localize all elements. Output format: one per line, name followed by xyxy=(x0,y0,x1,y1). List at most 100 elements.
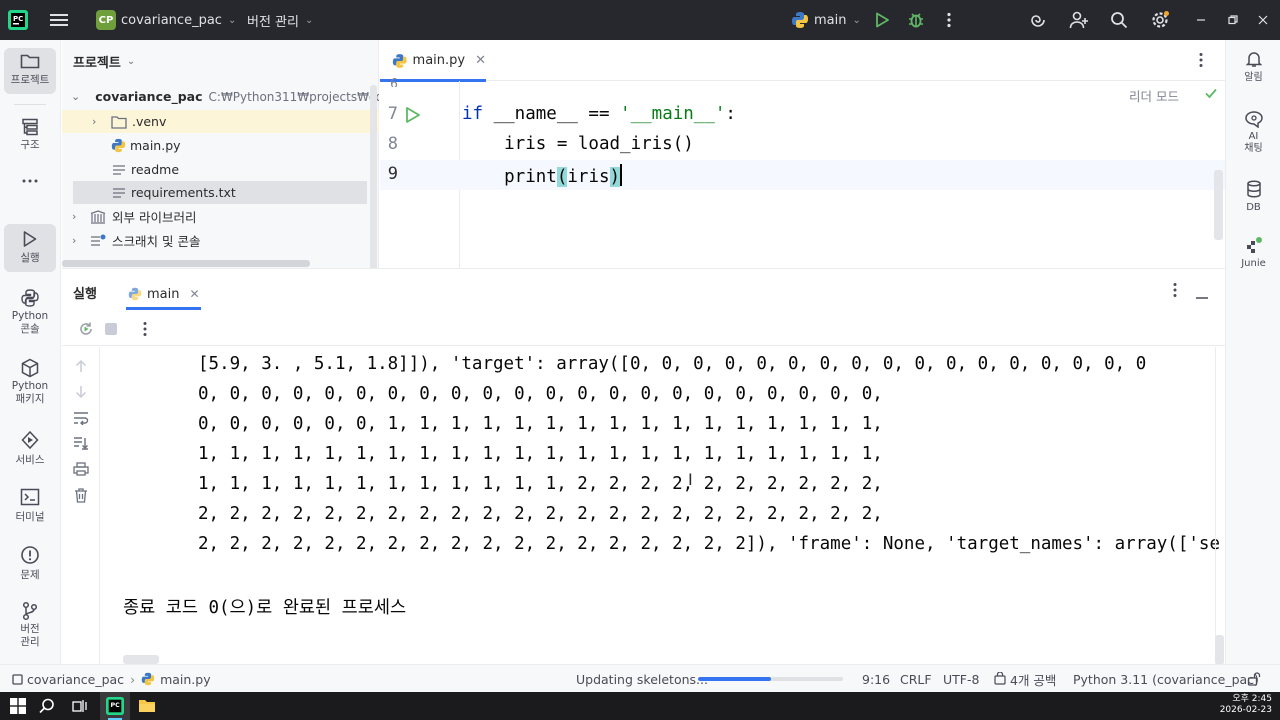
chevron-down-icon: ⌄ xyxy=(852,14,861,26)
tool-more[interactable] xyxy=(4,178,56,196)
code-line-8[interactable]: iris = load_iris() xyxy=(462,134,694,154)
editor-more-button[interactable] xyxy=(1198,52,1204,71)
run-tab-main[interactable]: main ✕ xyxy=(126,279,201,310)
file-explorer-icon[interactable] xyxy=(138,698,156,717)
ai-chat-icon xyxy=(1244,111,1263,128)
tool-notifications[interactable]: 알림 xyxy=(1226,50,1280,90)
tree-item-readme[interactable]: readme xyxy=(62,158,379,181)
tool-terminal[interactable]: 터미널 xyxy=(4,488,56,528)
run-panel: 실행 main ✕ [5.9, 3. , 5.1, 1.8]]), 'targe… xyxy=(62,268,1225,665)
folder-icon xyxy=(20,54,40,69)
code-line-9[interactable]: print(iris) xyxy=(462,164,623,187)
terminal-icon xyxy=(20,488,40,506)
console-output-line: 0, 0, 0, 0, 0, 0, 1, 1, 1, 1, 1, 1, 1, 1… xyxy=(198,414,883,434)
hide-panel-button[interactable] xyxy=(1196,289,1208,303)
console-output-line: 2, 2, 2, 2, 2, 2, 2, 2, 2, 2, 2, 2, 2, 2… xyxy=(198,534,1220,554)
maximize-button[interactable] xyxy=(1228,0,1238,40)
caret-position[interactable]: 9:16 xyxy=(862,665,890,693)
system-clock[interactable]: 오후 2:45 2026-02-23 xyxy=(1220,694,1272,716)
code-line-7[interactable]: if __name__ == '__main__': xyxy=(462,104,736,124)
inspection-ok-icon[interactable] xyxy=(1204,86,1218,103)
ai-assistant-button[interactable] xyxy=(1029,0,1047,40)
soft-wrap-icon[interactable] xyxy=(73,411,89,428)
rerun-button[interactable] xyxy=(78,321,94,340)
tab-label: main.py xyxy=(412,53,466,68)
python-interpreter[interactable]: Python 3.11 (covariance_pac) xyxy=(1073,665,1259,693)
run-config-label: main xyxy=(814,12,847,28)
read-only-toggle[interactable] xyxy=(1247,665,1261,693)
close-icon[interactable]: ✕ xyxy=(475,53,486,68)
run-gutter-divider xyxy=(99,347,100,665)
taskbar-search-icon[interactable] xyxy=(39,698,55,717)
debug-button[interactable] xyxy=(907,0,925,40)
tree-item-scratches[interactable]: › 스크래치 및 콘솔 xyxy=(62,229,379,252)
close-icon[interactable]: ✕ xyxy=(189,287,199,301)
close-window-button[interactable] xyxy=(1258,0,1268,40)
tree-item-requirements[interactable]: requirements.txt xyxy=(73,181,367,204)
vcs-label: 버전 관리 xyxy=(247,14,299,30)
breadcrumb[interactable]: covariance_pac › main.py xyxy=(12,665,211,693)
tree-root[interactable]: ⌄ covariance_pac C:₩Python311₩projects₩c… xyxy=(62,85,379,108)
code-with-me-button[interactable] xyxy=(1069,0,1089,40)
background-task-label[interactable]: Updating skeletons... xyxy=(576,665,708,693)
tree-item-external-libraries[interactable]: › 외부 라이브러리 xyxy=(62,205,379,228)
taskbar-pycharm-app[interactable]: PC xyxy=(100,692,130,720)
tree-item-venv[interactable]: › .venv xyxy=(62,110,379,133)
project-panel-header[interactable]: 프로젝트 ⌄ xyxy=(73,52,135,71)
vcs-menu[interactable]: 버전 관리 ⌄ xyxy=(247,0,313,40)
scroll-down-icon[interactable] xyxy=(74,385,88,402)
output-vertical-scrollbar[interactable] xyxy=(1215,635,1224,665)
line-number: 6 xyxy=(390,77,398,87)
divider xyxy=(14,104,46,105)
run-button[interactable] xyxy=(874,0,890,40)
indent-setting[interactable]: 4개 공백 xyxy=(993,665,1056,693)
tool-database[interactable]: DB xyxy=(1226,180,1280,220)
search-button[interactable] xyxy=(1110,0,1128,40)
windows-start-icon[interactable] xyxy=(10,698,26,717)
output-horizontal-scrollbar[interactable] xyxy=(123,655,159,664)
settings-button[interactable] xyxy=(1150,0,1170,40)
tree-item-label: .venv xyxy=(132,114,167,129)
tool-run[interactable]: 실행 xyxy=(4,224,56,272)
unlock-icon xyxy=(1247,672,1261,686)
scroll-to-end-icon[interactable] xyxy=(73,436,89,453)
tool-vcs[interactable]: 버전 관리 xyxy=(4,601,56,655)
play-icon xyxy=(406,107,420,123)
run-more-button[interactable] xyxy=(1172,282,1178,301)
scroll-up-icon[interactable] xyxy=(74,359,88,376)
tool-ai-chat[interactable]: AI 채팅 xyxy=(1226,110,1280,160)
tool-python-packages[interactable]: Python 패키지 xyxy=(4,358,56,410)
task-view-icon[interactable] xyxy=(72,698,88,717)
line-separator[interactable]: CRLF xyxy=(900,665,932,693)
file-encoding[interactable]: UTF-8 xyxy=(943,665,979,693)
tree-item-main-py[interactable]: main.py xyxy=(62,134,379,157)
tree-root-name: covariance_pac xyxy=(95,89,203,104)
svg-text:PC: PC xyxy=(111,702,121,709)
tool-services[interactable]: 서비스 xyxy=(4,430,56,470)
tab-main-py[interactable]: main.py ✕ xyxy=(380,40,486,82)
trash-icon[interactable] xyxy=(74,488,88,506)
tool-problems[interactable]: 문제 xyxy=(4,545,56,585)
print-icon[interactable] xyxy=(73,462,89,479)
stop-icon[interactable] xyxy=(105,323,117,335)
run-gutter-button[interactable] xyxy=(404,106,422,127)
tool-python-packages-label-1: Python xyxy=(11,380,49,392)
project-switcher[interactable]: CP covariance_pac ⌄ xyxy=(96,0,236,40)
tool-structure[interactable]: 구조 xyxy=(4,118,56,162)
editor-scrollbar[interactable] xyxy=(1214,170,1223,240)
python-icon xyxy=(792,12,808,28)
minimize-button[interactable] xyxy=(1196,0,1206,40)
tool-python-console[interactable]: Python 콘솔 xyxy=(4,288,56,340)
vertical-scrollbar[interactable] xyxy=(370,85,377,285)
horizontal-scrollbar[interactable] xyxy=(62,260,310,267)
bell-icon xyxy=(1245,52,1262,67)
pycharm-app-icon: PC xyxy=(106,697,124,715)
run-config-selector[interactable]: main ⌄ xyxy=(791,0,861,40)
pycharm-logo-icon[interactable]: PC xyxy=(8,0,28,40)
tool-junie[interactable]: Junie xyxy=(1226,236,1280,276)
more-actions-button[interactable] xyxy=(946,0,952,40)
main-menu-icon[interactable] xyxy=(50,0,68,40)
reader-mode-toggle[interactable]: 리더 모드 xyxy=(1129,86,1179,105)
run-options-button[interactable] xyxy=(142,321,148,340)
tool-project[interactable]: 프로젝트 xyxy=(4,48,56,94)
